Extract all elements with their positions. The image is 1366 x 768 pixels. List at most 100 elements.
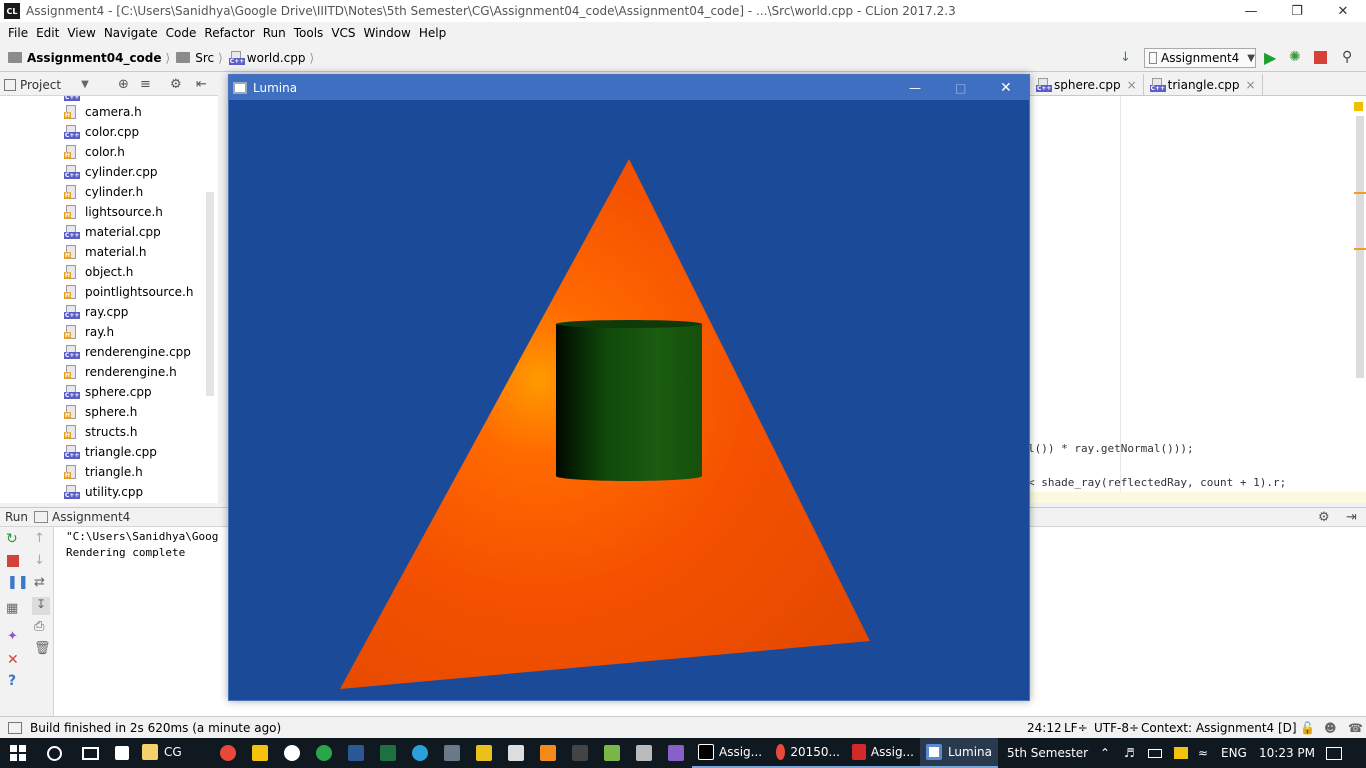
menu-run[interactable]: Run: [259, 26, 290, 40]
lumina-title-bar[interactable]: Lumina — □ ✕: [229, 75, 1029, 100]
scroll-to-end-icon[interactable]: ↧: [32, 597, 50, 615]
tree-item-file[interactable]: Hray.h: [64, 322, 114, 342]
hide-icon[interactable]: ⇤: [196, 77, 207, 92]
volume-icon[interactable]: ♬: [1124, 746, 1135, 760]
chevron-up-icon[interactable]: ⌃: [1100, 746, 1110, 760]
tree-item-file[interactable]: C++ color.cpp: [64, 122, 139, 142]
breadcrumb-src[interactable]: Src ⟩: [176, 51, 227, 65]
tray-folder-label[interactable]: 5th Semester: [1007, 746, 1088, 760]
tree-item-file[interactable]: Hobject.h: [64, 262, 133, 282]
tree-item-file[interactable]: C++ triangle.cpp: [64, 442, 157, 462]
language-indicator[interactable]: ENG: [1221, 746, 1247, 760]
tree-item-file[interactable]: Hcylinder.h: [64, 182, 143, 202]
clock[interactable]: 10:23 PM: [1259, 746, 1315, 760]
scrollbar[interactable]: [206, 192, 214, 396]
build-icon[interactable]: ↓: [1120, 50, 1136, 66]
print-icon[interactable]: ⎙: [34, 619, 44, 634]
app-pinned[interactable]: [436, 738, 468, 768]
arrow-down-icon[interactable]: ↓: [34, 553, 45, 568]
app-pinned[interactable]: [468, 738, 500, 768]
rerun-icon[interactable]: ↻: [6, 531, 18, 547]
line-separator[interactable]: LF÷: [1064, 721, 1088, 735]
close-button[interactable]: ✕: [1000, 80, 1012, 96]
tree-item-file[interactable]: Hsphere.h: [64, 402, 137, 422]
minimize-button[interactable]: —: [909, 81, 921, 95]
tab-triangle-cpp[interactable]: C++ triangle.cpp ×: [1144, 73, 1263, 96]
tree-item-file[interactable]: Hrenderengine.h: [64, 362, 177, 382]
arrow-up-icon[interactable]: ↑: [34, 531, 45, 546]
tree-item-file[interactable]: Hstructs.h: [64, 422, 137, 442]
tree-item-file[interactable]: Hcamera.h: [64, 102, 142, 122]
menu-refactor[interactable]: Refactor: [200, 26, 258, 40]
chrome-pinned[interactable]: [212, 738, 244, 768]
toggle-panels-icon[interactable]: [8, 721, 22, 734]
tree-item-file[interactable]: C++ utility.cpp: [64, 482, 143, 502]
lumina-window[interactable]: Lumina — □ ✕: [228, 74, 1030, 701]
wifi-icon[interactable]: ≈: [1198, 746, 1208, 760]
hide-icon[interactable]: ⇥: [1346, 510, 1357, 525]
store-button[interactable]: [108, 738, 136, 768]
sublime-pinned[interactable]: [532, 738, 564, 768]
menu-edit[interactable]: Edit: [32, 26, 63, 40]
notification-icon[interactable]: [1326, 747, 1342, 760]
drive-pinned[interactable]: [244, 738, 276, 768]
tree-item-file[interactable]: C++ cylinder.cpp: [64, 162, 157, 182]
menu-file[interactable]: File: [4, 26, 32, 40]
gear-icon[interactable]: ⚙: [170, 77, 182, 92]
soft-wrap-icon[interactable]: ⇄: [34, 575, 45, 590]
battery-icon[interactable]: [1148, 749, 1162, 758]
minimize-button[interactable]: —: [1228, 0, 1274, 22]
menu-window[interactable]: Window: [360, 26, 415, 40]
taskbar-window-chrome[interactable]: 20150...: [770, 738, 846, 768]
run-config-select[interactable]: Assignment4 ▼: [1144, 48, 1256, 68]
telegram-pinned[interactable]: [404, 738, 436, 768]
drive-tray-icon[interactable]: [1174, 747, 1188, 759]
menu-navigate[interactable]: Navigate: [100, 26, 162, 40]
stop-icon[interactable]: [1314, 51, 1327, 64]
tree-item-file[interactable]: C++ renderengine.cpp: [64, 342, 191, 362]
cortana-button[interactable]: [36, 738, 72, 768]
word-pinned[interactable]: [340, 738, 372, 768]
app-pinned[interactable]: [276, 738, 308, 768]
help-icon[interactable]: ?: [8, 673, 16, 689]
layout-icon[interactable]: ▦: [6, 601, 18, 616]
visual-studio-pinned[interactable]: [660, 738, 692, 768]
stop-icon[interactable]: [7, 555, 19, 567]
tree-item-file[interactable]: Hcolor.h: [64, 142, 125, 162]
lock-icon[interactable]: 🔓: [1300, 721, 1315, 735]
breadcrumb-project[interactable]: Assignment04_code ⟩: [8, 51, 174, 65]
pause-icon[interactable]: ❚❚: [7, 575, 29, 590]
android-studio-pinned[interactable]: [596, 738, 628, 768]
app-pinned[interactable]: [564, 738, 596, 768]
tree-item-file[interactable]: Hlightsource.h: [64, 202, 163, 222]
menu-view[interactable]: View: [63, 26, 99, 40]
caret-position[interactable]: 24:12: [1027, 721, 1062, 735]
menu-tools[interactable]: Tools: [290, 26, 328, 40]
debug-icon[interactable]: ✺: [1289, 49, 1305, 65]
task-view-button[interactable]: [72, 738, 108, 768]
menu-vcs[interactable]: VCS: [327, 26, 359, 40]
chevron-down-icon[interactable]: ▼: [81, 79, 89, 90]
trash-icon[interactable]: 🗑: [34, 641, 51, 656]
warning-indicator[interactable]: [1354, 102, 1363, 111]
run-panel-config[interactable]: Assignment4: [52, 510, 130, 524]
run-icon[interactable]: ▶: [1264, 48, 1280, 68]
app-pinned[interactable]: [308, 738, 340, 768]
excel-pinned[interactable]: [372, 738, 404, 768]
file-encoding[interactable]: UTF-8÷: [1094, 721, 1139, 735]
menu-help[interactable]: Help: [415, 26, 450, 40]
close-icon[interactable]: ×: [1127, 78, 1137, 92]
context-selector[interactable]: Context: Assignment4 [D]: [1141, 721, 1297, 735]
collapse-icon[interactable]: ≡: [140, 77, 151, 92]
tree-item-file[interactable]: C++ sphere.cpp: [64, 382, 152, 402]
tree-item-file[interactable]: Htriangle.h: [64, 462, 143, 482]
taskbar-window-lumina[interactable]: Lumina: [920, 738, 998, 768]
close-button[interactable]: ✕: [1320, 0, 1366, 22]
pin-icon[interactable]: ✦: [7, 629, 18, 644]
tree-item-file[interactable]: C++ material.cpp: [64, 222, 161, 242]
tree-item-file[interactable]: Hpointlightsource.h: [64, 282, 193, 302]
tree-item-file[interactable]: C++ ray.cpp: [64, 302, 128, 322]
inspector-icon[interactable]: ☻: [1324, 721, 1337, 735]
tree-item-file[interactable]: Hmaterial.h: [64, 242, 147, 262]
breadcrumb-file[interactable]: C++ world.cpp ⟩: [228, 50, 318, 65]
